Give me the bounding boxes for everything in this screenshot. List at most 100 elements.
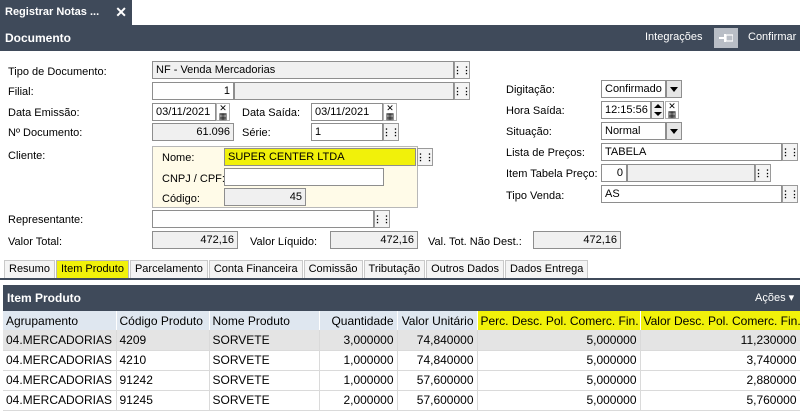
acoes-menu-button[interactable]: Ações ▾ [755,291,794,304]
table-cell: 1,000000 [319,350,398,371]
tipo-venda-field[interactable]: AS [601,185,782,203]
lookup-button[interactable]: ⋮⋮ [453,61,471,79]
lookup-button[interactable]: ⋮⋮ [453,82,471,100]
val-tot-nao-dest-label: Val. Tot. Não Dest.: [428,236,522,248]
window-tab[interactable]: Registrar Notas ... ✕ [0,0,132,25]
table-cell: SORVETE [209,370,320,391]
column-header[interactable]: Quantidade [319,311,398,330]
item-produto-table: Agrupamento Código Produto Nome Produto … [3,311,800,411]
table-cell: SORVETE [209,390,320,411]
lookup-button[interactable]: ⋮⋮ [781,143,799,161]
table-row[interactable]: 04.MERCADORIAS 4209 SORVETE 3,000000 74,… [3,330,800,351]
tab-tributacao[interactable]: Tributação [363,260,426,278]
column-header[interactable]: Valor Unitário [397,311,478,330]
table-cell: 5,000000 [477,370,641,391]
tipo-venda-label: Tipo Venda: [506,190,565,202]
table-cell: 74,840000 [397,330,478,351]
integracoes-button[interactable]: Integrações [645,31,702,43]
table-cell: 3,000000 [319,330,398,351]
table-row[interactable]: 04.MERCADORIAS 4210 SORVETE 1,000000 74,… [3,350,800,371]
column-header[interactable]: Perc. Desc. Pol. Comerc. Fin. [477,311,641,330]
representante-label: Representante: [8,214,84,226]
tab-item-produto[interactable]: Item Produto [55,260,129,278]
chevron-down-icon[interactable] [666,80,682,98]
tipo-documento-label: Tipo de Documento: [8,66,107,78]
data-emissao-field[interactable]: 03/11/2021 [152,103,216,121]
table-cell: SORVETE [209,330,320,351]
tab-conta-financeira[interactable]: Conta Financeira [208,260,303,278]
grid-header: Item Produto Ações ▾ [3,285,800,311]
cliente-codigo-field[interactable]: 45 [224,188,306,206]
tab-outros-dados[interactable]: Outros Dados [426,260,504,278]
table-cell: 11,230000 [640,330,800,351]
digitacao-select[interactable]: Confirmado [601,80,666,98]
calendar-icon[interactable]: ✕ ▦ [216,103,230,121]
digitacao-label: Digitação: [506,84,555,96]
representante-field[interactable] [152,210,374,228]
table-cell: 5,000000 [477,390,641,411]
tab-comissao[interactable]: Comissão [303,260,363,278]
chevron-down-icon[interactable] [666,122,682,140]
situacao-select[interactable]: Normal [601,122,666,140]
table-header-row: Agrupamento Código Produto Nome Produto … [3,311,800,330]
column-header[interactable]: Nome Produto [209,311,320,330]
cliente-nome-field[interactable]: SUPER CENTER LTDA [224,148,416,166]
item-tabela-preco-field[interactable]: 0 [601,164,627,182]
column-header[interactable]: Agrupamento [3,311,117,330]
document-header: Documento Integrações Confirmar [0,25,800,51]
window-tab-title: Registrar Notas ... [5,6,100,18]
tab-parcelamento[interactable]: Parcelamento [129,260,208,278]
window-tab-strip: Registrar Notas ... ✕ [0,0,800,25]
table-cell: 1,000000 [319,370,398,391]
filial-label: Filial: [8,86,34,98]
table-cell: 5,000000 [477,330,641,351]
lookup-button[interactable]: ⋮⋮ [416,148,434,166]
cnpj-cpf-label: CNPJ / CPF: [162,173,225,185]
tab-dados-entrega[interactable]: Dados Entrega [504,260,589,278]
val-tot-nao-dest-field[interactable]: 472,16 [533,231,621,249]
table-cell: 4210 [116,350,210,371]
cnpj-cpf-field[interactable] [224,168,384,186]
confirmar-button[interactable]: Confirmar [748,31,796,43]
table-cell: 2,000000 [319,390,398,411]
hora-saida-label: Hora Saída: [506,105,565,117]
data-saida-label: Data Saída: [242,107,301,119]
lookup-button[interactable]: ⋮⋮ [754,164,772,182]
table-cell: 04.MERCADORIAS [3,390,117,411]
data-saida-field[interactable]: 03/11/2021 [311,103,383,121]
valor-liquido-field[interactable]: 472,16 [330,231,418,249]
table-cell: SORVETE [209,350,320,371]
column-header[interactable]: Código Produto [116,311,210,330]
valor-total-field[interactable]: 472,16 [152,231,238,249]
table-cell: 4209 [116,330,210,351]
time-spinner[interactable] [651,101,664,119]
table-cell: 91245 [116,390,210,411]
serie-field[interactable]: 1 [311,123,383,141]
pin-icon[interactable] [714,28,738,48]
close-icon[interactable]: ✕ [115,0,127,25]
filial-name-field [234,82,454,100]
lookup-button[interactable]: ⋮⋮ [382,123,400,141]
clear-time-icon[interactable]: ✕ ▦ [665,101,679,119]
tipo-documento-field[interactable]: NF - Venda Mercadorias [152,61,454,79]
table-cell: 04.MERCADORIAS [3,350,117,371]
lookup-button[interactable]: ⋮⋮ [781,185,799,203]
numero-documento-field[interactable]: 61.096 [152,123,234,141]
table-row[interactable]: 04.MERCADORIAS 91245 SORVETE 2,000000 57… [3,390,800,411]
lookup-button[interactable]: ⋮⋮ [373,210,391,228]
chevron-down-icon: ▾ [788,292,795,304]
column-header[interactable]: Valor Desc. Pol. Comerc. Fin. [640,311,800,330]
item-tabela-preco-name-field [627,164,755,182]
cliente-codigo-label: Código: [162,193,200,205]
serie-label: Série: [242,127,271,139]
tab-resumo[interactable]: Resumo [4,260,55,278]
hora-saida-field[interactable]: 12:15:56 [601,101,651,119]
calendar-icon[interactable]: ✕ ▦ [383,103,397,121]
tab-underline [0,278,800,280]
table-row[interactable]: 04.MERCADORIAS 91242 SORVETE 1,000000 57… [3,370,800,391]
valor-total-label: Valor Total: [8,236,63,248]
table-cell: 3,740000 [640,350,800,371]
filial-field[interactable]: 1 [152,82,234,100]
page-title: Documento [5,31,71,45]
lista-precos-field[interactable]: TABELA [601,143,782,161]
